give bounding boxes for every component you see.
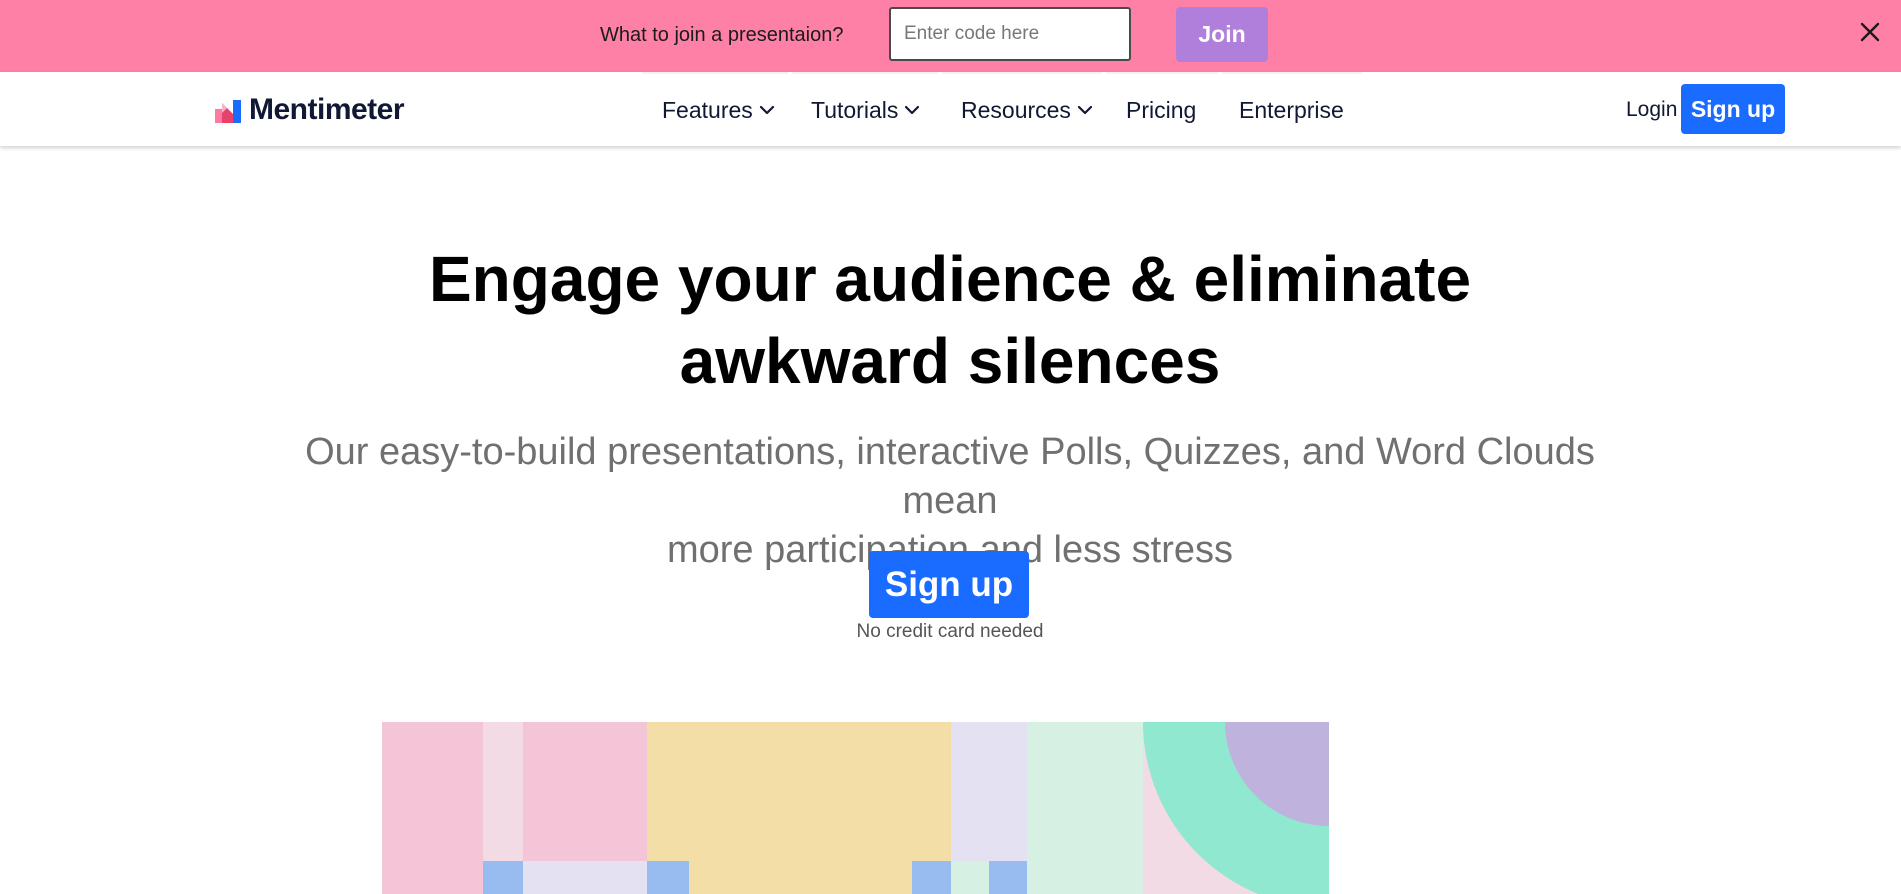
nav-pricing[interactable]: Pricing (1126, 94, 1196, 126)
chevron-down-icon (759, 105, 774, 115)
presentation-code-input[interactable] (889, 7, 1131, 61)
illustration-block (382, 722, 483, 894)
nav-tutorials[interactable]: Tutorials (811, 94, 920, 126)
close-icon[interactable] (1856, 18, 1884, 46)
hero-signup-button[interactable]: Sign up (869, 551, 1029, 618)
illustration-block (523, 861, 647, 894)
join-button[interactable]: Join (1176, 7, 1268, 62)
nav-signup-button[interactable]: Sign up (1681, 84, 1785, 134)
hero-title-line-1: Engage your audience & eliminate (428, 243, 1472, 315)
login-link[interactable]: Login (1626, 98, 1677, 122)
illustration-block (647, 722, 951, 894)
nav-underline (642, 72, 788, 74)
illustration-block (912, 861, 951, 894)
hero-title-line-2: awkward silences (679, 325, 1221, 397)
main-navbar: Mentimeter Features Tutorials Resources … (0, 72, 1901, 146)
nav-pricing-label: Pricing (1126, 96, 1197, 123)
nav-resources-label: Resources (961, 96, 1071, 123)
nav-enterprise[interactable]: Enterprise (1239, 94, 1344, 126)
nav-features-label: Features (662, 96, 753, 123)
no-credit-card-note: No credit card needed (856, 621, 1044, 642)
nav-underline (1106, 72, 1218, 74)
mentimeter-logo[interactable]: Mentimeter (215, 93, 405, 126)
chevron-down-icon (905, 105, 920, 115)
hero-subtitle-line-1: Our easy-to-build presentations, interac… (305, 431, 1595, 522)
join-prompt: What to join a presentaion? (600, 24, 844, 46)
nav-tutorials-label: Tutorials (811, 96, 899, 123)
nav-resources[interactable]: Resources (961, 94, 1093, 126)
illustration-block (951, 861, 989, 894)
nav-underline (1222, 72, 1362, 74)
hero-illustration (382, 722, 1329, 894)
nav-enterprise-label: Enterprise (1239, 96, 1344, 123)
illustration-block (989, 861, 1027, 894)
nav-underline (942, 72, 1102, 74)
illustration-block (647, 861, 689, 894)
hero-title: Engage your audience & eliminate awkward… (350, 238, 1550, 402)
illustration-arc-panel (1143, 722, 1329, 894)
join-banner: What to join a presentaion? Join (0, 0, 1901, 72)
illustration-block (483, 861, 523, 894)
illustration-block (1027, 722, 1143, 894)
chevron-down-icon (1077, 105, 1093, 115)
nav-underline (792, 72, 938, 74)
nav-features[interactable]: Features (662, 94, 775, 126)
mentimeter-logo-icon (215, 100, 241, 123)
logo-wordmark: Mentimeter (249, 93, 405, 126)
